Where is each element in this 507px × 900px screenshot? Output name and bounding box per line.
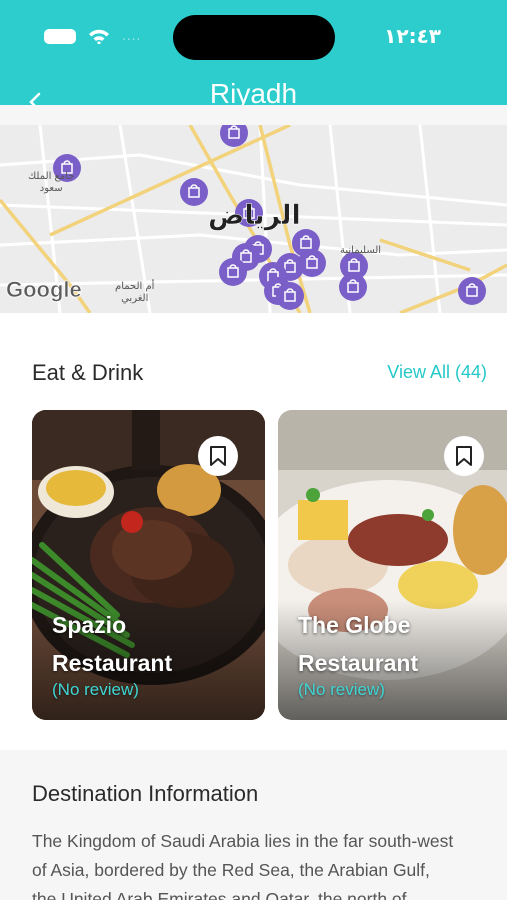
section-title-eat-drink: Eat & Drink xyxy=(32,360,144,385)
map-label-umm-alhamam: أم الحمام الغربي xyxy=(115,281,155,304)
destination-description: The Kingdom of Saudi Arabia lies in the … xyxy=(32,827,507,900)
description-line: the United Arab Emirates and Qatar, the … xyxy=(32,889,407,900)
page-title: Riyadh xyxy=(209,78,298,105)
wifi-icon xyxy=(88,28,110,44)
restaurant-review: (No review) xyxy=(298,680,385,699)
battery-icon xyxy=(44,28,76,44)
google-logo: Google xyxy=(6,277,82,303)
description-line: of Asia, bordered by the Red Sea, the Ar… xyxy=(32,860,430,880)
restaurant-name-line2: Restaurant xyxy=(298,650,419,676)
view-all-link[interactable]: View All (44) xyxy=(387,362,487,383)
restaurant-name-line1: Spazio xyxy=(52,612,127,638)
restaurant-card[interactable]: The Globe Restaurant (No review) xyxy=(278,410,507,720)
map-label-sulaimaniyah: السليمانية xyxy=(340,245,382,256)
map-city-label: الرياض xyxy=(208,200,301,232)
restaurant-name: Spazio Restaurant xyxy=(52,606,172,682)
restaurant-name: The Globe Restaurant xyxy=(298,606,418,682)
bookmark-icon xyxy=(210,446,226,466)
map-view[interactable]: جامع الملك سعود السليمانية أم الحمام الغرب… xyxy=(0,125,507,313)
restaurant-name-line2: Restaurant xyxy=(52,650,173,676)
bookmark-icon xyxy=(456,446,472,466)
map-label-mosque: جامع الملك سعود xyxy=(28,171,75,194)
app-header: .... ١٢:٤٣ Riyadh xyxy=(0,0,507,105)
chevron-left-icon xyxy=(29,92,41,105)
restaurant-card[interactable]: Spazio Restaurant (No review) xyxy=(32,410,265,720)
restaurant-name-line1: The Globe xyxy=(298,612,411,638)
status-time: ١٢:٤٣ xyxy=(384,24,441,48)
status-icons: .... xyxy=(44,28,141,44)
bookmark-button[interactable] xyxy=(444,436,484,476)
signal-icon: .... xyxy=(122,29,142,43)
dynamic-island xyxy=(173,15,335,60)
back-button[interactable] xyxy=(24,90,48,105)
restaurant-review: (No review) xyxy=(52,680,139,699)
bookmark-button[interactable] xyxy=(198,436,238,476)
section-title-destination: Destination Information xyxy=(32,781,259,806)
description-line: The Kingdom of Saudi Arabia lies in the … xyxy=(32,831,454,851)
